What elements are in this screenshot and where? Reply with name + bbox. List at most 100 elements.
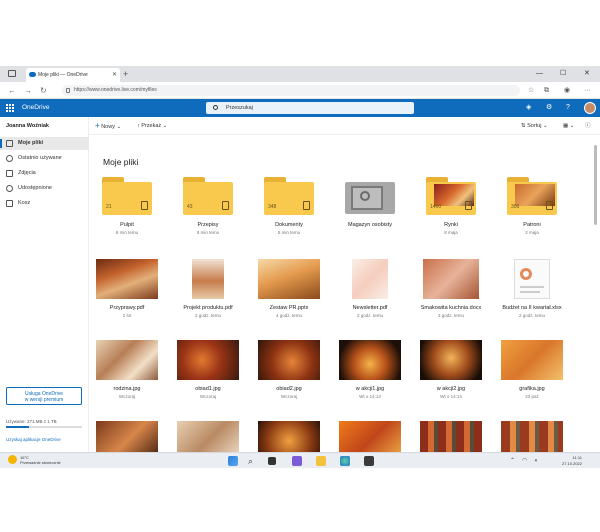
task-view-icon[interactable] — [268, 457, 276, 465]
search-placeholder: Przeszukaj — [226, 105, 253, 111]
image-thumbnail — [96, 421, 158, 452]
file-tile[interactable]: grafika.jpg 23 paź — [495, 340, 569, 406]
view-switcher-button[interactable]: ▦ ⌄ — [563, 117, 574, 135]
back-icon[interactable]: ← — [8, 83, 16, 98]
vertical-scrollbar[interactable] — [593, 135, 598, 452]
folder-tile[interactable]: 43 Przepisy 8 min temu — [171, 177, 245, 243]
new-tab-icon[interactable]: + — [123, 67, 128, 81]
file-tile[interactable]: Zestaw PR.pptx 4 godz. temu — [252, 259, 326, 325]
photo-folder-tile[interactable]: 306 Patroni 2 maja — [495, 177, 569, 243]
file-tile[interactable]: Projekt produktu.pdf 2 godz. temu — [171, 259, 245, 325]
file-tile[interactable] — [333, 421, 407, 452]
close-window-icon[interactable]: ✕ — [584, 66, 590, 82]
file-tile[interactable] — [171, 421, 245, 452]
file-tile[interactable]: obiad1.jpg Wczoraj — [171, 340, 245, 406]
profile-icon[interactable]: ◉ — [564, 83, 570, 98]
close-tab-icon[interactable]: ✕ — [112, 68, 117, 82]
file-tile[interactable]: obiad2.jpg Wczoraj — [252, 340, 326, 406]
sidebar-item-label: Kosz — [18, 200, 31, 206]
file-meta: 2 lut — [122, 313, 132, 318]
refresh-icon[interactable]: ↻ — [40, 83, 47, 98]
file-tile[interactable]: Newsletter.pdf 2 godz. temu — [333, 259, 407, 325]
sidebar-item-recent[interactable]: Ostatnio używane — [0, 152, 89, 165]
file-name: Rynki — [444, 222, 458, 228]
minimize-icon[interactable]: — — [536, 66, 543, 82]
get-apps-link[interactable]: Uzyskaj aplikacje OneDrive — [6, 437, 61, 442]
avatar[interactable] — [584, 102, 596, 114]
file-tile[interactable]: Budżet na II kwartał.xlsx 2 godz. temu — [495, 259, 569, 325]
settings-gear-icon[interactable]: ⚙ — [546, 99, 552, 117]
folder-tile[interactable]: 348 Dokumenty 8 min temu — [252, 177, 326, 243]
file-name: w akcji2.jpg — [436, 386, 466, 392]
new-label: Nowy — [101, 124, 115, 130]
file-tile[interactable] — [495, 421, 569, 452]
file-tile[interactable] — [252, 421, 326, 452]
store-icon[interactable] — [364, 456, 374, 466]
file-explorer-icon[interactable] — [316, 456, 326, 466]
tab-actions-icon[interactable] — [8, 70, 16, 77]
file-name: Patroni — [523, 222, 541, 228]
vault-tile[interactable]: Magazyn osobisty — [333, 177, 407, 243]
file-tile[interactable]: Przyprawy.pdf 2 lut — [90, 259, 164, 325]
search-input[interactable]: Przeszukaj — [206, 102, 414, 114]
file-name: Newsletter.pdf — [352, 305, 388, 311]
file-name: Przepisy — [197, 222, 219, 228]
app-name[interactable]: OneDrive — [22, 99, 49, 117]
vault-icon — [345, 182, 395, 214]
start-windows-icon[interactable] — [228, 456, 238, 466]
file-meta: Wczoraj — [199, 394, 217, 399]
file-tile[interactable]: rodzina.jpg Wczoraj — [90, 340, 164, 406]
file-name: Pulpit — [120, 222, 134, 228]
file-meta: 2 maja — [525, 230, 539, 235]
wifi-icon[interactable]: ◠ — [522, 456, 527, 466]
app-launcher-icon[interactable] — [6, 104, 14, 112]
folder-icon: 348 — [264, 177, 314, 215]
url-text: https://www.onedrive.live.com/myfiles — [74, 87, 157, 93]
file-name: Budżet na II kwartał.xlsx — [502, 305, 562, 311]
file-tile[interactable]: w akcji2.jpg Wt o 14:14 — [414, 340, 488, 406]
premium-diamond-icon[interactable]: ◈ — [526, 99, 531, 117]
file-tile[interactable] — [90, 421, 164, 452]
sidebar-item-my-files[interactable]: Moje pliki — [0, 137, 89, 150]
file-tile[interactable] — [414, 421, 488, 452]
help-icon[interactable]: ? — [566, 99, 570, 117]
sort-label: Sortuj — [527, 123, 542, 129]
folder-tile[interactable]: 21 Pulpit 8 min temu — [90, 177, 164, 243]
clock[interactable]: 11:11 27.10.2022 — [540, 455, 582, 466]
image-thumbnail — [177, 340, 239, 380]
search-icon[interactable]: ⌕ — [248, 456, 253, 466]
teams-chat-icon[interactable] — [292, 456, 302, 466]
url-field[interactable]: https://www.onedrive.live.com/myfiles — [62, 85, 520, 96]
xlsx-thumbnail — [514, 259, 550, 299]
file-tile[interactable]: Smakowita kuchnia.docx 3 godz. temu — [414, 259, 488, 325]
folder-icon: 43 — [183, 177, 233, 215]
collections-icon[interactable]: ⧉ — [544, 83, 549, 98]
details-pane-icon[interactable]: ⓘ — [585, 117, 591, 135]
edge-browser-icon[interactable] — [340, 456, 350, 466]
file-name: Projekt produktu.pdf — [183, 305, 233, 311]
maximize-icon[interactable]: ☐ — [560, 66, 566, 82]
premium-button[interactable]: Usługa OneDrive w wersji premium — [6, 387, 82, 405]
file-tile[interactable]: w akcji1.jpg Wt o 14:14 — [333, 340, 407, 406]
weather-text: Przeważnie słonecznie — [20, 460, 61, 465]
sidebar-item-recycle-bin[interactable]: Kosz — [0, 197, 89, 210]
weather-sun-icon[interactable] — [8, 455, 17, 464]
volume-icon[interactable]: ◖ — [534, 456, 538, 466]
more-options-icon[interactable]: ··· — [584, 83, 591, 98]
people-icon — [6, 185, 13, 192]
new-button[interactable]: + Nowy ⌄ — [95, 117, 121, 136]
weather-widget[interactable]: 16°C Przeważnie słonecznie — [20, 455, 61, 465]
file-meta: 8 min temu — [277, 230, 301, 235]
tray-chevron-icon[interactable]: ⌃ — [510, 456, 515, 466]
sidebar-item-label: Moje pliki — [18, 140, 44, 146]
favorites-icon[interactable]: ☆ — [528, 83, 534, 98]
folder-icon: 1460 — [426, 177, 476, 215]
sort-button[interactable]: ⇅ Sortuj ⌄ — [521, 117, 548, 135]
sidebar-item-photos[interactable]: Zdjęcia — [0, 167, 89, 180]
browser-tab[interactable]: Moje pliki — OneDrive ✕ — [26, 68, 120, 82]
forward-icon[interactable]: → — [24, 83, 32, 98]
sidebar-item-shared[interactable]: Udostępnione — [0, 182, 89, 195]
photo-folder-tile[interactable]: 1460 Rynki 8 maja — [414, 177, 488, 243]
upload-button[interactable]: ↑ Przekaż ⌄ — [137, 117, 167, 135]
file-name: grafika.jpg — [519, 386, 545, 392]
